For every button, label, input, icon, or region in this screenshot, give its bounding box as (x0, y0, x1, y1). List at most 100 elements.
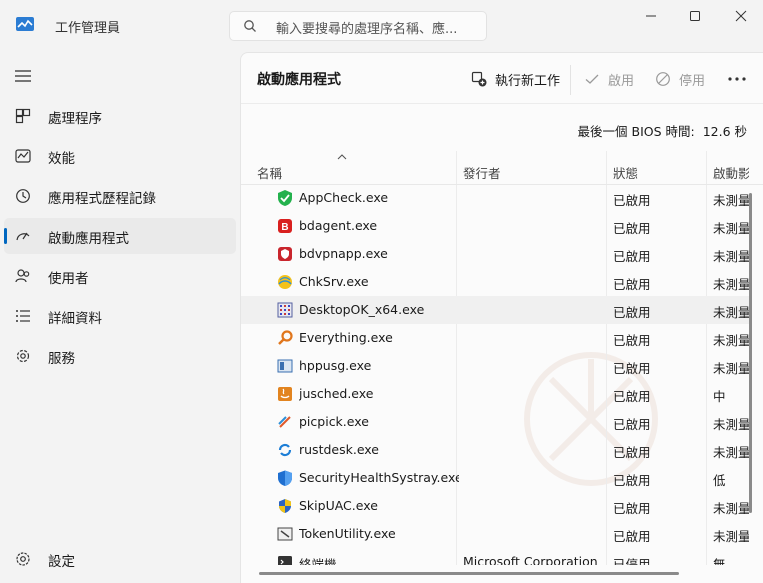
column-header-publisher[interactable]: 發行者 (463, 163, 501, 182)
table-row[interactable]: AppCheck.exe 已啟用 未測量 (241, 184, 749, 212)
table-row[interactable]: picpick.exe 已啟用 未測量 (241, 408, 749, 436)
search-box[interactable]: 輸入要搜尋的處理序名稱、應... (229, 11, 487, 41)
task-manager-icon (16, 17, 34, 31)
table-row[interactable]: hppusg.exe 已啟用 未測量 (241, 352, 749, 380)
app-name: Everything.exe (299, 330, 393, 345)
app-impact: 未測量 (713, 445, 749, 460)
app-impact: 中 (713, 389, 726, 404)
app-name: SkipUAC.exe (299, 498, 378, 513)
disable-label: 停用 (679, 73, 706, 89)
app-name: rustdesk.exe (299, 442, 379, 457)
app-impact: 未測量 (713, 221, 749, 236)
hppusg-icon (277, 359, 293, 373)
rustdesk-icon (278, 443, 292, 457)
table-row[interactable]: DesktopOK_x64.exe 已啟用 未測量 (241, 296, 749, 324)
minimize-button[interactable] (631, 4, 671, 28)
app-name: hppusg.exe (299, 358, 372, 373)
sidebar-item-label: 效能 (48, 151, 75, 167)
sort-ascending-icon[interactable] (337, 153, 347, 161)
enable-button[interactable]: 啟用 (584, 67, 634, 91)
sidebar-item-startup-apps[interactable]: 啟動應用程式 (4, 218, 236, 254)
close-icon (735, 10, 747, 22)
app-status: 已啟用 (613, 333, 651, 348)
maximize-button[interactable] (675, 4, 715, 28)
chksrv-icon (278, 275, 292, 289)
column-header-status[interactable]: 狀態 (613, 163, 638, 182)
sidebar-item-processes[interactable]: 處理程序 (4, 98, 236, 134)
app-name: TokenUtility.exe (299, 526, 396, 541)
vertical-scrollbar[interactable] (749, 193, 752, 513)
sidebar-item-details[interactable]: 詳細資料 (4, 298, 236, 334)
table-row[interactable]: B bdagent.exe 已啟用 未測量 (241, 212, 749, 240)
table-row[interactable]: jusched.exe 已啟用 中 (241, 380, 749, 408)
run-new-task-label: 執行新工作 (495, 73, 561, 89)
table-row[interactable]: SecurityHealthSystray.exe 已啟用 低 (241, 464, 749, 492)
app-status: 已啟用 (613, 389, 651, 404)
app-name: bdagent.exe (299, 218, 378, 233)
active-indicator (4, 228, 7, 244)
table-row[interactable]: TokenUtility.exe 已啟用 未測量 (241, 520, 749, 548)
sidebar-item-label: 處理程序 (48, 111, 102, 127)
picpick-icon (278, 416, 291, 428)
sidebar-item-settings[interactable]: 設定 (4, 541, 236, 577)
app-name: picpick.exe (299, 414, 369, 429)
column-header-startup-impact[interactable]: 啟動影響 (713, 163, 749, 182)
sidebar-item-users[interactable]: 使用者 (4, 258, 236, 294)
search-icon (244, 20, 256, 32)
search-input[interactable]: 輸入要搜尋的處理序名稱、應... (276, 18, 457, 37)
processes-icon (15, 108, 31, 124)
close-button[interactable] (721, 4, 761, 28)
horizontal-scrollbar[interactable] (259, 572, 679, 575)
app-name: bdvpnapp.exe (299, 246, 388, 261)
header-divider (241, 103, 763, 104)
app-name: ChkSrv.exe (299, 274, 369, 289)
checkmark-icon (585, 74, 599, 84)
security-shield-icon (278, 470, 292, 486)
services-icon (16, 349, 30, 363)
title-bar: 工作管理員 輸入要搜尋的處理序名稱、應... (0, 0, 763, 52)
details-icon (16, 310, 30, 322)
app-status: 已啟用 (613, 193, 651, 208)
app-impact: 未測量 (713, 361, 749, 376)
app-name: DesktopOK_x64.exe (299, 302, 425, 317)
startup-apps-icon (16, 232, 30, 241)
skipuac-icon (279, 499, 291, 513)
app-impact: 未測量 (713, 305, 749, 320)
sidebar-item-app-history[interactable]: 應用程式歷程記錄 (4, 178, 236, 214)
appcheck-icon (278, 190, 292, 206)
sidebar-item-label: 設定 (48, 554, 75, 570)
app-status: 已啟用 (613, 249, 651, 264)
sidebar-item-performance[interactable]: 效能 (4, 138, 236, 174)
run-new-task-button[interactable]: 執行新工作 (471, 67, 560, 91)
java-icon (278, 387, 292, 401)
startup-apps-panel: 啟動應用程式 執行新工作 啟用 停用 最後一個 BIOS 時間: 12.6 秒 (240, 52, 763, 583)
app-name: AppCheck.exe (299, 190, 389, 205)
bitdefender-icon: B (278, 219, 292, 233)
tokenutility-icon (277, 527, 293, 541)
sidebar-item-services[interactable]: 服務 (4, 338, 236, 374)
app-impact: 未測量 (713, 333, 749, 348)
sidebar-item-label: 服務 (48, 351, 75, 367)
maximize-icon (690, 11, 700, 21)
app-impact: 未測量 (713, 193, 749, 208)
table-row[interactable]: Everything.exe 已啟用 未測量 (241, 324, 749, 352)
enable-label: 啟用 (608, 73, 635, 89)
table-row[interactable]: bdvpnapp.exe 已啟用 未測量 (241, 240, 749, 268)
performance-icon (15, 149, 31, 163)
disable-button[interactable]: 停用 (655, 67, 705, 91)
app-history-icon (16, 189, 30, 203)
sidebar-item-label: 使用者 (48, 271, 89, 287)
app-name: SecurityHealthSystray.exe (299, 470, 459, 485)
table-row[interactable]: SkipUAC.exe 已啟用 未測量 (241, 492, 749, 520)
more-options-icon[interactable] (725, 69, 749, 89)
app-impact: 未測量 (713, 277, 749, 292)
app-status: 已啟用 (613, 501, 651, 516)
bios-time: 最後一個 BIOS 時間: 12.6 秒 (578, 121, 747, 140)
app-status: 已啟用 (613, 305, 651, 320)
page-title: 啟動應用程式 (257, 72, 341, 88)
column-header-name[interactable]: 名稱 (257, 163, 282, 182)
table-row[interactable]: ChkSrv.exe 已啟用 未測量 (241, 268, 749, 296)
table-row[interactable]: rustdesk.exe 已啟用 未測量 (241, 436, 749, 464)
hamburger-menu-icon[interactable] (14, 68, 32, 84)
bios-time-label: 最後一個 BIOS 時間: (577, 124, 695, 139)
